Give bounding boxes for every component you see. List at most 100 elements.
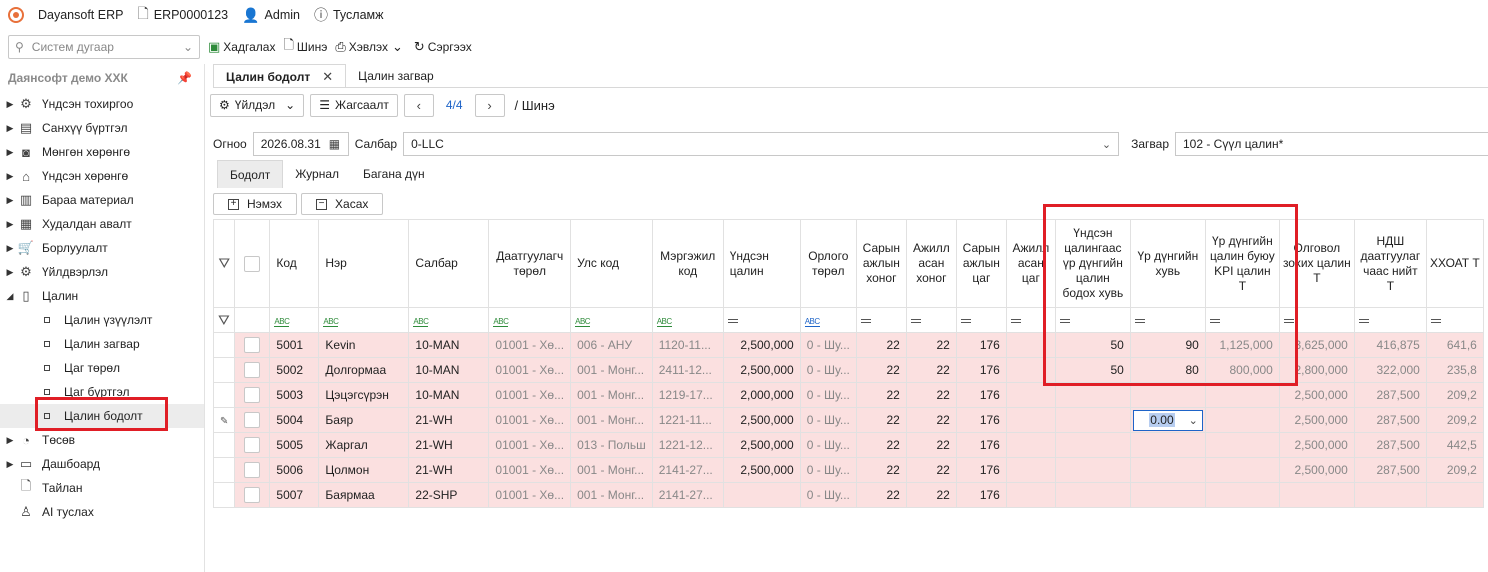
table-cell[interactable]: 0 - Шу... (799, 407, 857, 433)
table-cell[interactable]: 287,500 (1353, 407, 1427, 433)
table-cell[interactable]: 5007 (269, 482, 320, 508)
table-cell[interactable] (1005, 407, 1056, 433)
col-header[interactable]: Үндсэн цалингаас үр дүнгийн цалин бодох … (1054, 219, 1131, 308)
system-number-search[interactable]: ⚲ Систем дугаар ⌄ (8, 35, 200, 59)
table-cell[interactable]: 416,875 (1353, 332, 1427, 358)
branch-select[interactable]: 0-LLC ⌄ (403, 132, 1120, 156)
table-cell[interactable]: 21-WH (408, 407, 490, 433)
table-cell[interactable]: 5006 (269, 457, 320, 483)
table-cell[interactable]: Баяр (318, 407, 410, 433)
table-cell[interactable]: 1120-11... (651, 332, 724, 358)
filter-cell[interactable] (1054, 307, 1131, 333)
table-cell[interactable] (1204, 432, 1280, 458)
row-checkbox[interactable] (244, 362, 261, 378)
col-header[interactable]: Сарын ажлын цаг (955, 219, 1007, 308)
row-checkbox[interactable] (244, 487, 261, 503)
funnel-icon[interactable]: ⛛ (218, 255, 230, 271)
table-cell[interactable]: 2,500,000 (722, 357, 801, 383)
close-icon[interactable]: ✕ (322, 69, 333, 85)
table-cell[interactable] (1204, 382, 1280, 408)
table-row[interactable]: 5002 Долгормаа 10-MAN 01001 - Хө... 001 - Мо… (212, 357, 1484, 383)
table-cell[interactable]: 5002 (269, 357, 320, 383)
table-cell[interactable] (1129, 482, 1206, 508)
table-cell[interactable]: 22 (905, 482, 957, 508)
filter-cell[interactable]: ABC (318, 307, 410, 333)
filter-cell[interactable] (905, 307, 957, 333)
prev-button[interactable]: ‹ (403, 93, 434, 117)
sidebar-item-settings[interactable]: ▶ ⚙ Үндсэн тохиргоо (0, 92, 204, 116)
table-cell[interactable]: 1,125,000 (1204, 332, 1280, 358)
table-cell[interactable]: 10-MAN (408, 357, 490, 383)
table-cell[interactable]: 01001 - Хө... (488, 432, 572, 458)
table-cell[interactable] (1054, 432, 1131, 458)
col-header[interactable]: Орлого төрөл (799, 219, 857, 308)
col-header[interactable]: Ажилл асан цаг (1005, 219, 1056, 308)
filter-cell[interactable] (1129, 307, 1206, 333)
table-cell[interactable]: 01001 - Хө... (488, 457, 572, 483)
col-header[interactable]: Нэр (318, 219, 410, 308)
editor-value[interactable]: 0.00 (1149, 413, 1175, 427)
table-cell[interactable]: 2,500,000 (1278, 382, 1355, 408)
table-cell[interactable] (1204, 457, 1280, 483)
action-menu-button[interactable]: ⚙ Үйлдэл ⌄ (210, 93, 305, 117)
table-cell[interactable] (1005, 357, 1056, 383)
col-header[interactable]: Үндсэн цалин (722, 219, 801, 308)
sidebar-item-sales[interactable]: ▶ 🛒 Борлуулалт (0, 236, 204, 260)
table-cell[interactable]: 22-SHP (408, 482, 490, 508)
refresh-button[interactable]: ↻ Сэргээх (414, 39, 472, 55)
table-cell[interactable]: Цэцэгсүрэн (318, 382, 410, 408)
sidebar-item-time-type[interactable]: Цаг төрөл (0, 356, 204, 380)
table-cell[interactable]: 1221-12... (651, 432, 724, 458)
table-cell[interactable]: 287,500 (1353, 382, 1427, 408)
table-cell[interactable] (1278, 482, 1355, 508)
filter-cell[interactable] (1353, 307, 1427, 333)
template-select[interactable]: 102 - Сүүл цалин* (1175, 132, 1488, 156)
table-cell[interactable]: 442,5 (1425, 432, 1484, 458)
subtab-journal[interactable]: Журнал (283, 160, 351, 188)
col-header[interactable]: Үр дүнгийн хувь (1129, 219, 1206, 308)
table-cell[interactable]: Баярмаа (318, 482, 410, 508)
table-cell[interactable] (1204, 407, 1280, 433)
table-cell[interactable] (1353, 482, 1427, 508)
col-header[interactable]: Олговол зохих цалин Т (1278, 219, 1355, 308)
table-cell[interactable]: 01001 - Хө... (488, 332, 572, 358)
table-cell[interactable] (1005, 482, 1056, 508)
table-cell[interactable]: 22 (855, 482, 907, 508)
table-cell[interactable]: 50 (1054, 357, 1131, 383)
table-cell[interactable]: 176 (955, 457, 1007, 483)
table-cell[interactable]: 800,000 (1204, 357, 1280, 383)
table-cell[interactable]: 013 - Польш (570, 432, 653, 458)
table-cell[interactable]: 2,500,000 (722, 332, 801, 358)
sidebar-item-payroll[interactable]: ◢ ▯ Цалин (0, 284, 204, 308)
help-link[interactable]: ⓘ Тусламж (314, 5, 384, 25)
table-cell[interactable]: 22 (905, 457, 957, 483)
table-cell[interactable]: 5001 (269, 332, 320, 358)
row-checkbox-cell[interactable] (234, 407, 271, 433)
table-cell[interactable]: 2141-27... (651, 457, 724, 483)
table-cell[interactable]: 006 - АНУ (570, 332, 653, 358)
table-cell[interactable]: 001 - Монг... (570, 457, 653, 483)
table-cell[interactable]: Жаргал (318, 432, 410, 458)
row-checkbox-cell[interactable] (234, 357, 271, 383)
table-cell[interactable] (1129, 382, 1206, 408)
table-cell[interactable]: 5005 (269, 432, 320, 458)
row-checkbox[interactable] (244, 337, 261, 353)
table-cell[interactable]: 2141-27... (651, 482, 724, 508)
table-cell[interactable]: 0 - Шу... (799, 457, 857, 483)
table-cell[interactable]: 0 - Шу... (799, 432, 857, 458)
filter-column-header[interactable]: ⛛ (212, 219, 236, 308)
sidebar-item-dashboard[interactable]: ▶ ▭ Дашбоард (0, 452, 204, 476)
table-cell[interactable] (1005, 332, 1056, 358)
table-cell[interactable]: 001 - Монг... (570, 482, 653, 508)
col-header[interactable]: Мэргэжил код (651, 219, 724, 308)
filter-cell[interactable]: ABC (488, 307, 572, 333)
table-cell[interactable]: 1219-17... (651, 382, 724, 408)
row-checkbox[interactable] (244, 437, 261, 453)
table-cell[interactable]: 01001 - Хө... (488, 357, 572, 383)
table-cell[interactable]: 176 (955, 382, 1007, 408)
chevron-down-icon[interactable]: ⌄ (1189, 414, 1198, 427)
col-header[interactable]: ХХОАТ Т (1425, 219, 1484, 308)
table-cell[interactable] (1054, 482, 1131, 508)
table-cell[interactable]: 209,2 (1425, 382, 1484, 408)
col-header[interactable]: Үр дүнгийн цалин буюу KPI цалин Т (1204, 219, 1280, 308)
